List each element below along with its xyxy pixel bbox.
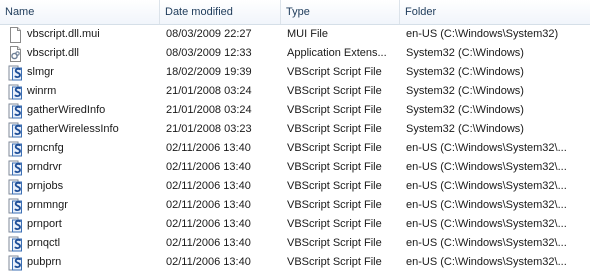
date-modified: 02/11/2006 13:40 [166, 256, 251, 268]
vbscript-icon [8, 103, 23, 119]
file-row[interactable]: winrm 21/01/2008 03:24 VBScript Script Fil… [0, 82, 590, 101]
file-name: slmgr [27, 66, 54, 78]
file-row[interactable]: pubprn 02/11/2006 13:40 VBScript Script Fi… [0, 253, 590, 272]
name-cell: winrm [0, 82, 160, 101]
file-folder: System32 (C:\Windows) [406, 123, 524, 135]
file-folder: en-US (C:\Windows\System32) [406, 28, 559, 40]
name-cell: vbscript.dll.mui [0, 25, 160, 44]
date-modified: 02/11/2006 13:40 [166, 142, 251, 154]
column-header-bar: Name Date modified Type Folder [0, 0, 590, 25]
name-cell: prnjobs [0, 177, 160, 196]
date-modified: 08/03/2009 12:33 [166, 47, 252, 59]
dll-icon [8, 45, 23, 62]
vbscript-icon [8, 179, 23, 195]
file-type: VBScript Script File [287, 161, 382, 173]
file-type: VBScript Script File [287, 199, 382, 211]
file-row[interactable]: prnqctl 02/11/2006 13:40 VBScript Script F… [0, 234, 590, 253]
file-folder: en-US (C:\Windows\System32\... [406, 161, 567, 173]
date-modified: 08/03/2009 22:27 [166, 28, 252, 40]
file-folder: en-US (C:\Windows\System32\... [406, 256, 567, 268]
file-row[interactable]: gatherWiredInfo 21/01/2008 03:24 VBScript … [0, 101, 590, 120]
file-row[interactable]: vbscript.dll 08/03/2009 12:33 Application … [0, 44, 590, 63]
file-folder: System32 (C:\Windows) [406, 85, 524, 97]
file-row[interactable]: gatherWirelessInfo 21/01/2008 03:23 VBScri… [0, 120, 590, 139]
file-folder: System32 (C:\Windows) [406, 47, 524, 59]
file-name: gatherWirelessInfo [27, 123, 119, 135]
file-row[interactable]: prncnfg 02/11/2006 13:40 VBScript Script F… [0, 139, 590, 158]
file-type: Application Extens... [287, 47, 387, 59]
file-name: winrm [27, 85, 57, 97]
file-folder: en-US (C:\Windows\System32\... [406, 142, 567, 154]
file-type: VBScript Script File [287, 104, 382, 116]
date-modified: 02/11/2006 13:40 [166, 199, 251, 211]
vbscript-icon [8, 198, 23, 214]
file-type: VBScript Script File [287, 66, 382, 78]
file-name: prnmngr [27, 199, 68, 211]
file-row[interactable]: slmgr 18/02/2009 19:39 VBScript Script Fil… [0, 63, 590, 82]
file-name: prncnfg [27, 142, 64, 154]
date-modified: 02/11/2006 13:40 [166, 161, 251, 173]
date-modified: 02/11/2006 13:40 [166, 218, 251, 230]
file-folder: en-US (C:\Windows\System32\... [406, 180, 567, 192]
column-header-type[interactable]: Type [281, 0, 400, 24]
date-modified: 21/01/2008 03:23 [166, 123, 252, 135]
column-header-name[interactable]: Name [0, 0, 160, 24]
name-cell: prnport [0, 215, 160, 234]
name-cell: slmgr [0, 63, 160, 82]
name-cell: pubprn [0, 253, 160, 272]
vbscript-icon [8, 236, 23, 252]
file-type: VBScript Script File [287, 256, 382, 268]
column-header-date-modified[interactable]: Date modified [160, 0, 281, 24]
vbscript-icon [8, 84, 23, 100]
date-modified: 21/01/2008 03:24 [166, 104, 252, 116]
date-modified: 02/11/2006 13:40 [166, 180, 251, 192]
file-folder: System32 (C:\Windows) [406, 66, 524, 78]
file-type: VBScript Script File [287, 180, 382, 192]
name-cell: gatherWiredInfo [0, 101, 160, 120]
document-icon [8, 26, 23, 43]
column-header-folder[interactable]: Folder [400, 0, 590, 24]
file-folder: en-US (C:\Windows\System32\... [406, 237, 567, 249]
file-list-view: Name Date modified Type Folder vbscript.… [0, 0, 590, 280]
file-row[interactable]: vbscript.dll.mui 08/03/2009 22:27 MUI File… [0, 25, 590, 44]
file-folder: System32 (C:\Windows) [406, 104, 524, 116]
file-name: prnport [27, 218, 62, 230]
name-cell: prndrvr [0, 158, 160, 177]
vbscript-icon [8, 122, 23, 138]
name-cell: gatherWirelessInfo [0, 120, 160, 139]
vbscript-icon [8, 141, 23, 157]
file-name: gatherWiredInfo [27, 104, 106, 116]
file-row[interactable]: prnmngr 02/11/2006 13:40 VBScript Script F… [0, 196, 590, 215]
name-cell: prncnfg [0, 139, 160, 158]
file-type: VBScript Script File [287, 237, 382, 249]
file-type: MUI File [287, 28, 328, 40]
file-name: prnqctl [27, 237, 61, 249]
file-name: prnjobs [27, 180, 64, 192]
vbscript-icon [8, 255, 23, 271]
file-name: vbscript.dll [27, 47, 79, 59]
name-cell: vbscript.dll [0, 44, 160, 63]
file-type: VBScript Script File [287, 142, 382, 154]
date-modified: 02/11/2006 13:40 [166, 237, 251, 249]
date-modified: 18/02/2009 19:39 [166, 66, 252, 78]
file-name: vbscript.dll.mui [27, 28, 100, 40]
vbscript-icon [8, 160, 23, 176]
date-modified: 21/01/2008 03:24 [166, 85, 252, 97]
name-cell: prnqctl [0, 234, 160, 253]
file-row[interactable]: prndrvr 02/11/2006 13:40 VBScript Script F… [0, 158, 590, 177]
file-folder: en-US (C:\Windows\System32\... [406, 199, 567, 211]
vbscript-icon [8, 65, 23, 81]
file-name: pubprn [27, 256, 62, 268]
file-type: VBScript Script File [287, 85, 382, 97]
file-type: VBScript Script File [287, 218, 382, 230]
vbscript-icon [8, 217, 23, 233]
file-name: prndrvr [27, 161, 62, 173]
file-row[interactable]: prnport 02/11/2006 13:40 VBScript Script F… [0, 215, 590, 234]
file-folder: en-US (C:\Windows\System32\... [406, 218, 567, 230]
file-rows: vbscript.dll.mui 08/03/2009 22:27 MUI File… [0, 25, 590, 272]
file-type: VBScript Script File [287, 123, 382, 135]
name-cell: prnmngr [0, 196, 160, 215]
file-row[interactable]: prnjobs 02/11/2006 13:40 VBScript Script F… [0, 177, 590, 196]
